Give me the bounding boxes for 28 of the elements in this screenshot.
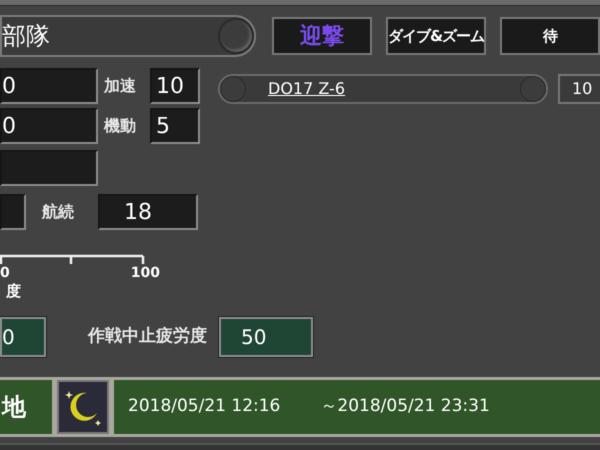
scale-icon: [0, 254, 146, 266]
scale-label: 度: [6, 281, 22, 302]
count-field: 10: [558, 74, 600, 104]
mode-tab[interactable]: ダイブ&ズーム: [386, 17, 486, 55]
speed-field: 10: [150, 68, 200, 104]
scale-tick: 0: [0, 266, 10, 280]
round-knob-icon: [220, 76, 246, 102]
round-knob-icon: [520, 76, 546, 102]
fatigue-stop-label: 作戦中止疲労度: [88, 324, 207, 348]
aircraft-selector[interactable]: DO17 Z-6: [218, 74, 548, 104]
fatigue-field: 0: [0, 316, 46, 356]
mode-tab[interactable]: 待: [500, 17, 600, 55]
range-field: 18: [98, 194, 198, 230]
scale-tick: 100: [130, 266, 160, 280]
stat-field: 0: [0, 68, 98, 104]
start-time: 2018/05/21 12:16: [128, 394, 280, 418]
fatigue-stop-field: 50: [219, 316, 313, 356]
stat-field: [0, 194, 26, 230]
unit-title: 部隊: [2, 21, 50, 52]
stat-field: 0: [0, 108, 98, 144]
aircraft-name: DO17 Z-6: [268, 78, 345, 100]
moon-icon: [57, 380, 109, 434]
stat-label: 航続: [42, 201, 75, 223]
location-cell: 地: [0, 380, 52, 434]
agility-field: 5: [150, 108, 200, 144]
stat-label: 加速: [104, 75, 137, 97]
end-time: ～2018/05/21 23:31: [320, 394, 490, 418]
stat-label: 機動: [104, 115, 137, 137]
